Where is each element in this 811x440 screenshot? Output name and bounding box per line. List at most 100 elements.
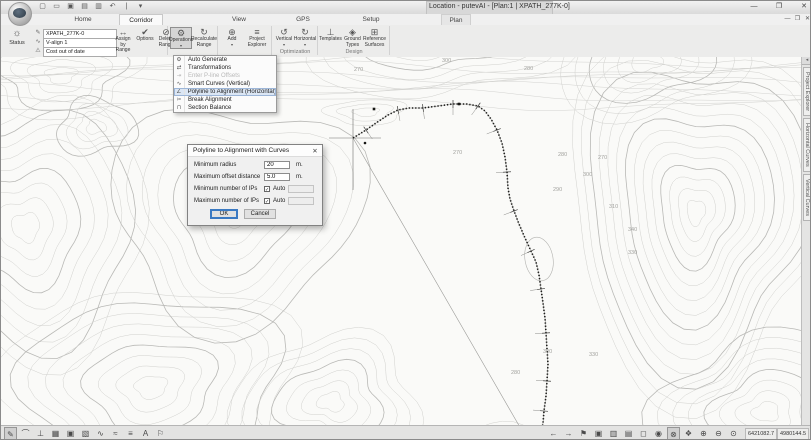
tab-plan[interactable]: Plan (441, 14, 471, 25)
menu-item-section-balance[interactable]: ⊓ Section Balance (174, 104, 276, 112)
annotate-tool-icon[interactable]: A (139, 427, 152, 440)
tab-gps[interactable]: GPS (289, 14, 317, 25)
sheets-icon[interactable]: ▣ (592, 427, 605, 440)
menu-item-polyline-to-alignment-horizontal[interactable]: ∠ Polyline to Alignment (Horizontal) (174, 88, 276, 96)
open-icon[interactable]: ▭ (51, 2, 62, 12)
minimum-ips-auto-checkbox[interactable]: ✓ (264, 186, 270, 192)
menu-item-label: Enter P-line Offsets (185, 73, 240, 79)
new-icon[interactable]: ▢ (37, 2, 48, 12)
horizontal-button[interactable]: ↻Horizontal▾ (295, 27, 315, 49)
menu-item-break-alignment[interactable]: ✂ Break Alignment (174, 96, 276, 104)
dialog-close-icon[interactable]: ✕ (311, 147, 319, 155)
zoom-locked-icon[interactable]: ⊗ (667, 427, 680, 440)
close-button[interactable]: ✕ (799, 2, 809, 12)
ribbon-button-label: Options (136, 37, 153, 43)
station-leader (487, 131, 494, 134)
contour-line (133, 377, 168, 400)
wave-tool-icon[interactable]: ≈ (109, 427, 122, 440)
menu-item-smart-curves-vertical[interactable]: ∿ Smart Curves (Vertical) (174, 80, 276, 88)
contour-line (28, 313, 269, 425)
station-leader (521, 253, 527, 256)
status-button[interactable]: ☼Status (6, 28, 28, 49)
options-button[interactable]: ✔Options (135, 27, 155, 49)
zoom-window-icon[interactable]: ◻ (637, 427, 650, 440)
pan-icon[interactable]: ❖ (682, 427, 695, 440)
section-tool-icon[interactable]: ≡ (124, 427, 137, 440)
tab-corridor[interactable]: Corridor (119, 14, 163, 25)
project-explorer-button[interactable]: ≡Project Explorer (245, 27, 269, 49)
flag-icon[interactable]: ⚑ (577, 427, 590, 440)
tab-vertical-curves[interactable]: Vertical Curves (803, 174, 811, 221)
tile-windows-icon[interactable]: ▣ (64, 427, 77, 440)
status-icon: ☼ (6, 28, 28, 40)
maximum-offset-distance-input[interactable] (264, 173, 290, 181)
menu-item-auto-generate[interactable]: ⚙ Auto Generate (174, 56, 276, 64)
view-3d-icon[interactable]: ▧ (79, 427, 92, 440)
contour-elevation-label: 270 (453, 150, 462, 156)
node-tool-icon[interactable]: ⊥ (34, 427, 47, 440)
tile-vertical-icon[interactable]: ▥ (607, 427, 620, 440)
qat-dropdown-icon[interactable]: ▾ (135, 2, 146, 12)
print-icon[interactable]: ▤ (79, 2, 90, 12)
maximize-button[interactable]: ❐ (774, 2, 784, 12)
map-canvas[interactable]: 3002702802702802703002903103403303003302… (1, 57, 801, 425)
contour-line (301, 381, 357, 423)
save-icon[interactable]: ▣ (65, 2, 76, 12)
contour-elevation-label: 270 (598, 155, 607, 161)
cancel-button[interactable]: Cancel (244, 209, 276, 219)
application-menu-button[interactable] (8, 2, 32, 26)
maximum-ips-auto-checkbox[interactable]: ✓ (264, 198, 270, 204)
zoom-out-icon[interactable]: ⊖ (712, 427, 725, 440)
assign-by-range-button[interactable]: ↔Assign by Range (113, 27, 133, 49)
reference-surfaces-button[interactable]: ⊞Reference Surfaces (364, 27, 385, 49)
station-leader (533, 410, 540, 411)
tile-horizontal-icon[interactable]: ▤ (622, 427, 635, 440)
select-tool-icon[interactable]: ⚐ (154, 427, 167, 440)
spline-tool-icon[interactable]: ∿ (94, 427, 107, 440)
document-restore-button[interactable]: ❐ (793, 15, 802, 24)
station-tick (527, 249, 534, 252)
table-tool-icon[interactable]: ▦ (49, 427, 62, 440)
tab-view[interactable]: View (223, 14, 255, 25)
arc-tool-icon[interactable]: ⌒ (19, 427, 32, 440)
zoom-in-icon[interactable]: ⊕ (697, 427, 710, 440)
document-close-button[interactable]: ✕ (803, 15, 811, 24)
tab-home[interactable]: Home (71, 14, 95, 25)
menu-item-transformations[interactable]: ⇄ Transformations (174, 64, 276, 72)
minimum-radius-input[interactable] (264, 161, 290, 169)
contour-elevation-label: 280 (558, 152, 567, 158)
recalculate-range-button[interactable]: ↻Recalculate Range (193, 27, 215, 49)
side-panel-pin-icon[interactable]: ◂ (802, 57, 811, 65)
menu-item-label: Polyline to Alignment (Horizontal) (185, 89, 276, 95)
dialog-title-bar[interactable]: Polyline to Alignment with Curves ✕ (188, 145, 322, 157)
plot-icon[interactable]: ▥ (93, 2, 104, 12)
contour-line (257, 349, 398, 425)
vertical-button[interactable]: ↺Vertical▾ (274, 27, 294, 49)
operations-button[interactable]: ⚙Operations▾ (170, 27, 192, 49)
document-minimize-button[interactable]: — (783, 15, 792, 24)
contour-line (1, 292, 303, 425)
draw-polyline-icon[interactable]: ✎ (4, 427, 17, 440)
station-tick (364, 127, 369, 134)
map-viewport[interactable]: 3002702802702802703002903103403303003302… (1, 57, 801, 425)
maximum-ips-input[interactable] (288, 197, 314, 205)
construction-line (353, 138, 521, 425)
ground-types-button[interactable]: ◈Ground Types (342, 27, 363, 49)
undo-icon[interactable]: ↶ (107, 2, 118, 12)
tab-project-explorer[interactable]: Project Explorer (803, 67, 811, 116)
zoom-extents-icon[interactable]: ⊙ (727, 427, 740, 440)
templates-button[interactable]: ⊥Templates (320, 27, 341, 49)
current-field-3[interactable]: Cost out of date (43, 47, 117, 57)
add-button[interactable]: ⊕Add▾ (220, 27, 244, 49)
tab-setup[interactable]: Setup (353, 14, 389, 25)
zoom-dynamic-icon[interactable]: ◉ (652, 427, 665, 440)
minimum-ips-input[interactable] (288, 185, 314, 193)
minimize-button[interactable]: — (749, 2, 759, 12)
contour-line (45, 324, 252, 425)
dialog-row: Minimum number of IPs ✓ Auto (188, 185, 322, 194)
forward-icon[interactable]: → (562, 427, 575, 440)
ok-button[interactable]: OK (210, 209, 238, 219)
tab-horizontal-curves[interactable]: Horizontal Curves (803, 118, 811, 172)
back-icon[interactable]: ← (547, 427, 560, 440)
ribbon-button-label: Assign by Range (113, 37, 133, 54)
